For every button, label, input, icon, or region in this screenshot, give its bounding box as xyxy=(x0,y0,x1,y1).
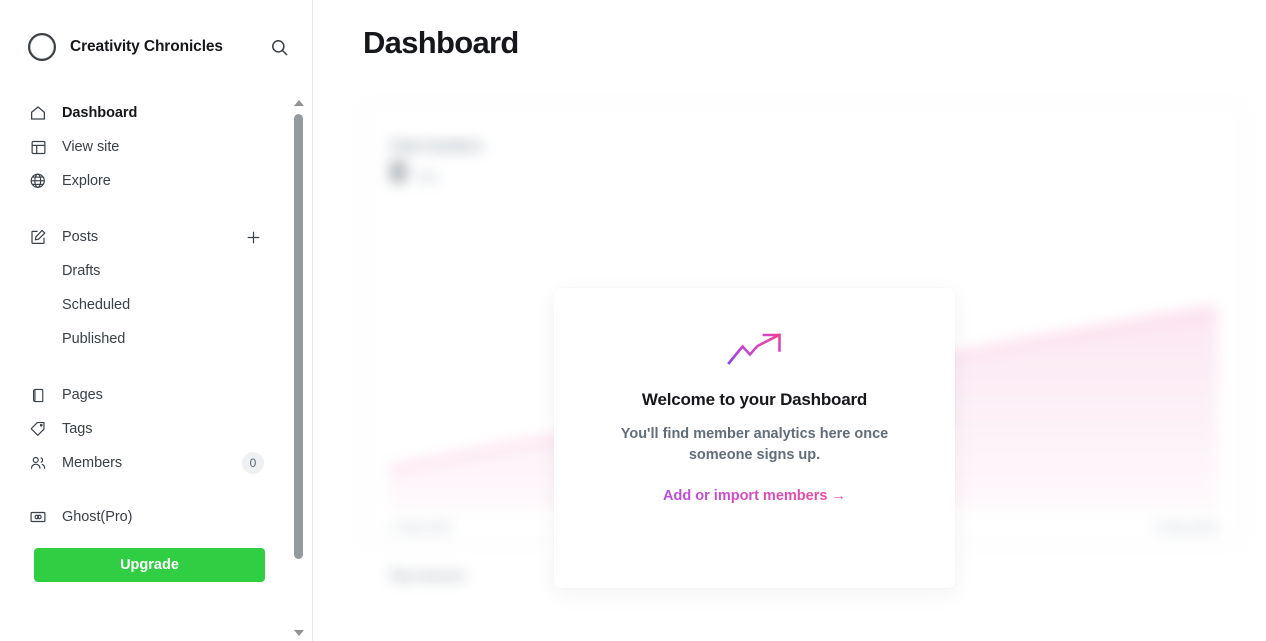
sidebar-item-scheduled[interactable]: Scheduled xyxy=(0,288,290,322)
total-members-label: Total members xyxy=(390,138,483,153)
top-sources-label: Top sources xyxy=(389,568,466,583)
chart-x-axis-end: 8 Sep 2023 xyxy=(1155,520,1217,534)
sidebar-item-dashboard[interactable]: Dashboard xyxy=(0,96,290,130)
site-title: Creativity Chronicles xyxy=(70,38,223,55)
total-members-count: 0 xyxy=(390,156,407,189)
sidebar-item-label: Tags xyxy=(62,421,93,437)
sidebar-item-drafts[interactable]: Drafts xyxy=(0,254,290,288)
search-icon[interactable] xyxy=(266,34,292,60)
welcome-description: You'll find member analytics here once s… xyxy=(620,426,889,463)
pencil-square-icon xyxy=(28,227,48,247)
ring-logo-icon xyxy=(28,33,56,61)
home-icon xyxy=(28,103,48,123)
sidebar-item-label: View site xyxy=(62,139,120,155)
sidebar-item-label: Explore xyxy=(62,173,111,189)
total-members-value-group: 0 0% xyxy=(390,158,437,188)
sidebar-item-label: Scheduled xyxy=(62,297,131,313)
sidebar-item-label: Dashboard xyxy=(62,105,138,121)
add-or-import-members-link[interactable]: Add or import members → xyxy=(663,488,846,504)
sidebar-item-label: Published xyxy=(62,331,126,347)
sidebar-item-ghost-pro[interactable]: Ghost(Pro) xyxy=(0,500,290,534)
page-title: Dashboard xyxy=(363,25,519,60)
welcome-card: Welcome to your Dashboard You'll find me… xyxy=(554,288,955,588)
sidebar-item-label: Posts xyxy=(62,229,99,245)
sidebar-item-view-site[interactable]: View site xyxy=(0,130,290,164)
upgrade-button[interactable]: Upgrade xyxy=(34,548,265,582)
sidebar-item-label: Members xyxy=(62,455,123,471)
app-root: Creativity Chronicles Dashboard View sit… xyxy=(0,0,1266,641)
sidebar-item-explore[interactable]: Explore xyxy=(0,164,290,198)
plus-icon[interactable] xyxy=(242,226,264,248)
caret-up-icon[interactable] xyxy=(291,95,306,111)
tag-icon xyxy=(28,419,48,439)
caret-down-icon[interactable] xyxy=(291,625,306,641)
sidebar-item-posts[interactable]: Posts xyxy=(0,220,290,254)
trending-up-arrow-icon xyxy=(726,332,783,366)
sidebar-nav-scroll: Dashboard View site Explore Posts Drafts… xyxy=(0,94,312,641)
scrollbar-thumb[interactable] xyxy=(294,114,303,559)
upgrade-section: Upgrade xyxy=(0,534,290,582)
members-count-badge: 0 xyxy=(242,452,264,474)
sidebar-brand[interactable]: Creativity Chronicles xyxy=(0,0,312,94)
sidebar-item-members[interactable]: Members 0 xyxy=(0,446,290,480)
chart-x-axis-start: 1 Sep 2023 xyxy=(390,520,452,534)
main-content: Dashboard Total members 0 0% 1 Sep 2023 … xyxy=(313,0,1266,641)
sidebar-nav: Dashboard View site Explore Posts Drafts… xyxy=(0,94,290,582)
sidebar-item-tags[interactable]: Tags xyxy=(0,412,290,446)
total-members-delta: 0% xyxy=(418,170,438,185)
sidebar-item-label: Ghost(Pro) xyxy=(62,509,133,525)
sidebar-scrollbar[interactable] xyxy=(291,95,306,641)
pages-icon xyxy=(28,385,48,405)
sidebar-item-pages[interactable]: Pages xyxy=(0,378,290,412)
sidebar-item-label: Drafts xyxy=(62,263,101,279)
welcome-title: Welcome to your Dashboard xyxy=(641,390,868,409)
globe-icon xyxy=(28,171,48,191)
sidebar: Creativity Chronicles Dashboard View sit… xyxy=(0,0,313,641)
sidebar-item-label: Pages xyxy=(62,387,103,403)
layout-icon xyxy=(28,137,48,157)
sidebar-item-published[interactable]: Published xyxy=(0,322,290,356)
members-icon xyxy=(28,453,48,473)
billing-card-icon xyxy=(28,507,48,527)
